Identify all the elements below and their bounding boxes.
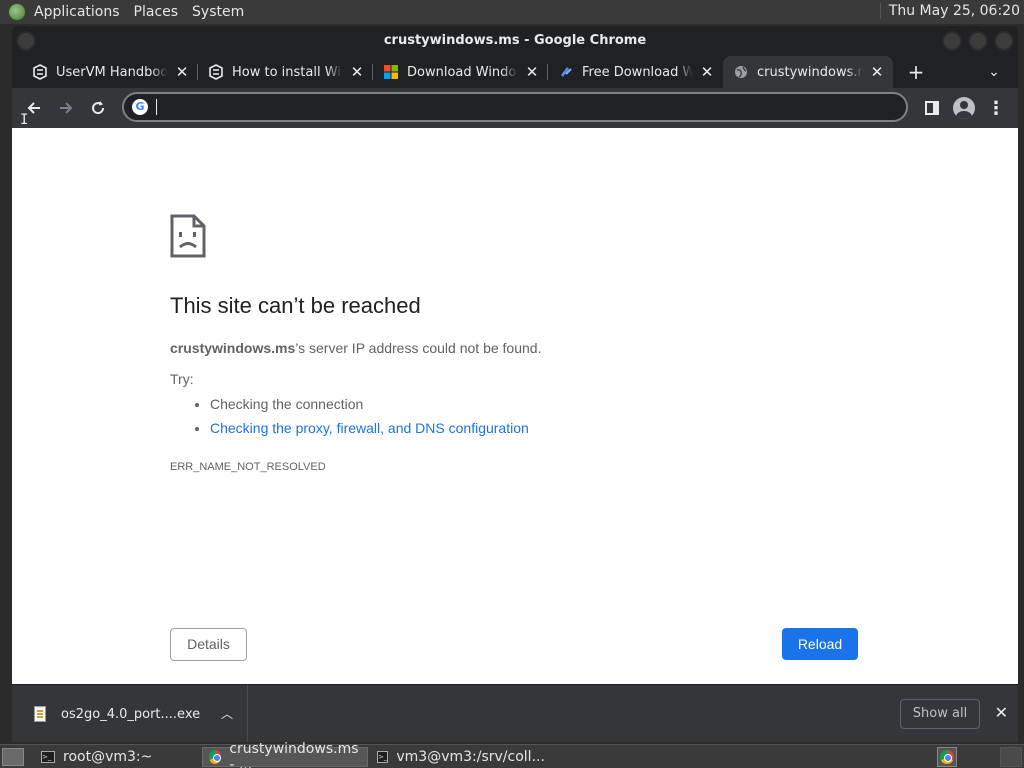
- microsoft-logo-icon: [383, 64, 399, 80]
- chrome-window: crustywindows.ms - Google Chrome UserVM …: [12, 26, 1018, 742]
- task-label: root@vm3:~: [63, 749, 153, 765]
- window-menu-button[interactable]: [16, 31, 36, 51]
- tab-close-icon[interactable]: ✕: [524, 64, 540, 80]
- task-vm3-terminal[interactable]: >_ vm3@vm3:/srv/coll...: [370, 747, 545, 767]
- workspace-switcher[interactable]: [1000, 747, 1022, 767]
- chrome-icon: [209, 750, 222, 764]
- forward-arrow-icon[interactable]: [52, 94, 80, 122]
- terminal-icon: >_: [377, 751, 389, 763]
- error-host: crustywindows.ms: [170, 340, 296, 356]
- google-g-icon: G: [132, 99, 148, 115]
- menu-system[interactable]: System: [192, 4, 244, 20]
- browser-toolbar: G ⋮: [12, 88, 1018, 128]
- reload-icon[interactable]: [84, 94, 112, 122]
- globe-icon: [733, 64, 749, 80]
- download-site-icon: [558, 64, 574, 80]
- minimize-button[interactable]: [942, 31, 962, 51]
- tab-title: Download Windows: [407, 64, 518, 80]
- error-description-text: ’s server IP address could not be found.: [295, 340, 542, 356]
- new-tab-plus-icon[interactable]: +: [904, 60, 928, 84]
- side-panel-icon: [925, 101, 939, 115]
- close-shelf-icon[interactable]: ✕: [995, 703, 1008, 722]
- download-item[interactable]: os2go_4.0_port....exe ︿: [12, 685, 248, 742]
- task-label: vm3@vm3:/srv/coll...: [396, 749, 545, 765]
- menu-places[interactable]: Places: [134, 4, 179, 20]
- bottom-taskbar: >_ root@vm3:~ crustywindows.ms - ... >_ …: [0, 741, 1024, 768]
- suggestion-list: Checking the connection Checking the pro…: [195, 395, 529, 443]
- details-button[interactable]: Details: [170, 628, 247, 661]
- sad-page-icon: [170, 214, 206, 262]
- close-window-button[interactable]: [994, 31, 1014, 51]
- show-desktop-button[interactable]: [2, 747, 24, 766]
- tab-title: Free Download Win: [582, 64, 693, 80]
- top-panel: Applications Places System Thu May 25, 0…: [0, 0, 1024, 24]
- show-all-button[interactable]: Show all: [900, 699, 980, 729]
- chrome-menu-kebab-icon[interactable]: ⋮: [982, 94, 1010, 122]
- openstack-icon: [32, 64, 48, 80]
- address-bar[interactable]: G: [122, 92, 908, 122]
- error-description: crustywindows.ms’s server IP address cou…: [170, 340, 541, 356]
- task-chrome[interactable]: crustywindows.ms - ...: [202, 741, 368, 768]
- menu-applications[interactable]: Applications: [34, 4, 120, 20]
- try-label: Try:: [170, 371, 194, 387]
- error-code: ERR_NAME_NOT_RESOLVED: [170, 461, 326, 473]
- profile-button[interactable]: [950, 94, 978, 122]
- tab-close-icon[interactable]: ✕: [699, 64, 715, 80]
- task-root-terminal[interactable]: >_ root@vm3:~: [34, 747, 200, 767]
- toolbar-right-actions: ⋮: [914, 94, 1010, 122]
- tab-free-download[interactable]: Free Download Win ✕: [548, 56, 723, 88]
- tab-close-icon[interactable]: ✕: [174, 64, 190, 80]
- download-file-name: os2go_4.0_port....exe: [61, 706, 201, 722]
- terminal-icon: >_: [41, 751, 55, 763]
- text-cursor-icon: I: [20, 112, 29, 128]
- exe-file-icon: [34, 706, 46, 722]
- tab-close-icon[interactable]: ✕: [869, 64, 885, 80]
- tab-strip: UserVM Handbook ✕ How to install Wind ✕ …: [12, 56, 1018, 88]
- tab-title: UserVM Handbook: [56, 64, 168, 80]
- tab-download-windows[interactable]: Download Windows ✕: [373, 56, 548, 88]
- tray-chrome-icon[interactable]: [937, 747, 957, 767]
- address-input[interactable]: [165, 99, 885, 115]
- desktop-screen: Applications Places System Thu May 25, 0…: [0, 0, 1024, 768]
- error-title: This site can’t be reached: [170, 293, 421, 318]
- tab-title: crustywindows.ms: [757, 64, 863, 80]
- profile-avatar-icon: [953, 97, 975, 119]
- tab-title: How to install Wind: [232, 64, 343, 80]
- tab-crustywindows[interactable]: crustywindows.ms ✕: [723, 56, 893, 88]
- text-caret: [156, 99, 157, 115]
- tab-uservm-handbook[interactable]: UserVM Handbook ✕: [22, 56, 198, 88]
- chevron-up-icon[interactable]: ︿: [221, 705, 233, 722]
- panel-clock[interactable]: Thu May 25, 06:20: [879, 3, 1020, 19]
- task-label: crustywindows.ms - ...: [229, 741, 359, 768]
- suggestion-check-proxy-link[interactable]: Checking the proxy, firewall, and DNS co…: [195, 419, 529, 443]
- page-content: This site can’t be reached crustywindows…: [12, 128, 1018, 684]
- gnome-logo-icon[interactable]: [8, 3, 26, 21]
- maximize-button[interactable]: [968, 31, 988, 51]
- tab-close-icon[interactable]: ✕: [349, 64, 365, 80]
- window-title: crustywindows.ms - Google Chrome: [383, 33, 647, 48]
- window-titlebar[interactable]: crustywindows.ms - Google Chrome: [12, 26, 1018, 56]
- suggestion-check-connection: Checking the connection: [195, 395, 529, 419]
- tab-search-chevron-icon[interactable]: ⌄: [982, 60, 1006, 84]
- reload-button[interactable]: Reload: [782, 628, 858, 660]
- tab-how-to-install[interactable]: How to install Wind ✕: [198, 56, 373, 88]
- openstack-icon: [208, 64, 224, 80]
- side-panel-button[interactable]: [918, 94, 946, 122]
- download-shelf: os2go_4.0_port....exe ︿ Show all ✕: [12, 684, 1018, 742]
